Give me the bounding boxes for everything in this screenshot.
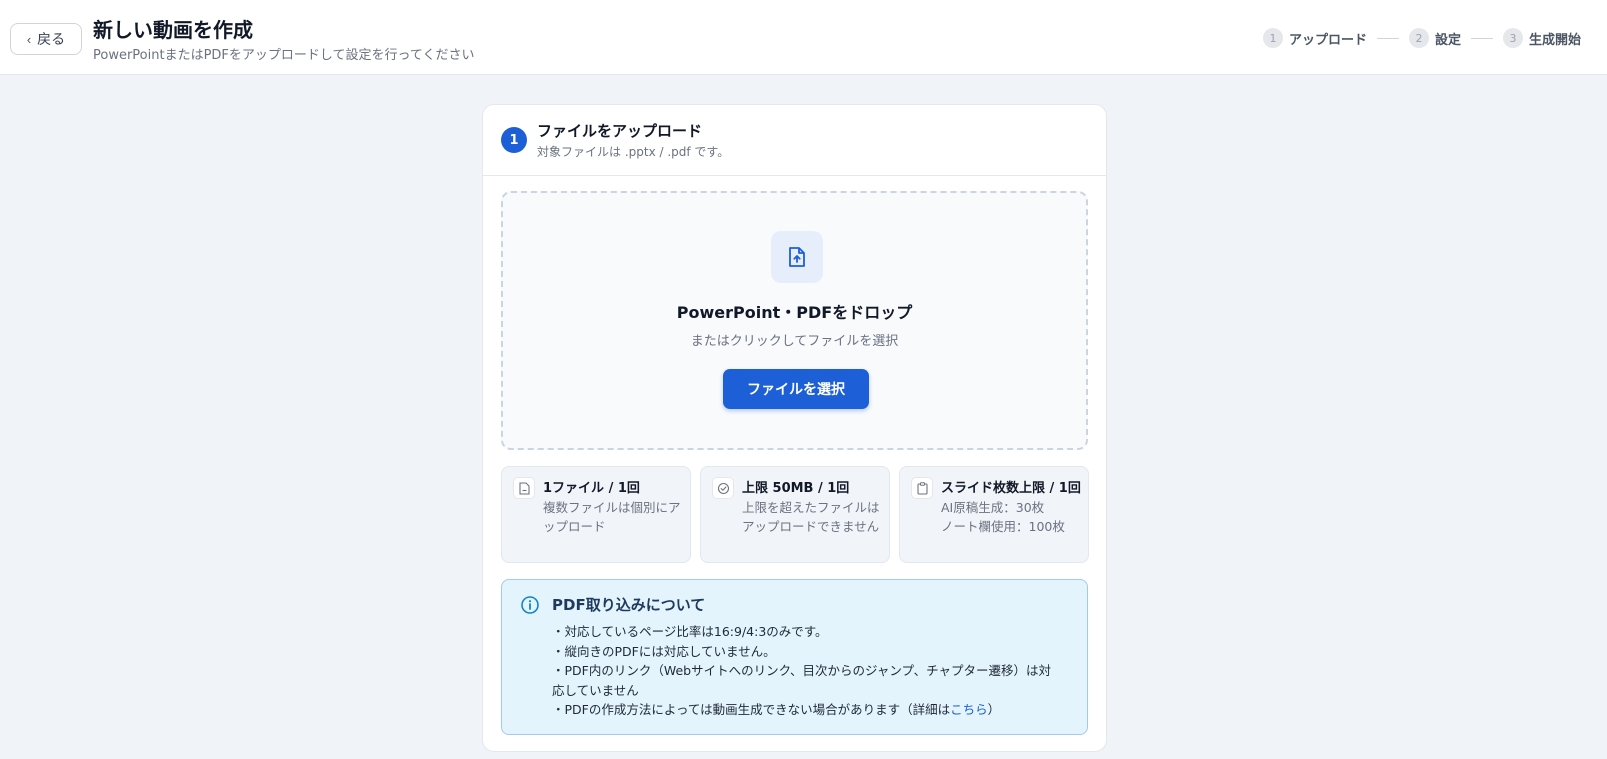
- limit-card-file-count: 1ファイル / 1回 複数ファイルは個別にアップロード: [501, 466, 691, 563]
- limit-title: 上限 50MB / 1回: [742, 481, 850, 496]
- file-upload-icon: [771, 231, 823, 283]
- step-label: 生成開始: [1528, 32, 1581, 48]
- limit-card-file-size: 上限 50MB / 1回 上限を超えたファイルはアップロードできません: [700, 466, 890, 563]
- dropzone-subtitle: またはクリックしてファイルを選択: [690, 334, 899, 349]
- file-dropzone[interactable]: PowerPoint・PDFをドロップ またはクリックしてファイルを選択 ファイ…: [501, 191, 1088, 450]
- notice-item: ・縦向きのPDFには対応していません。: [552, 643, 776, 659]
- dropzone-title: PowerPoint・PDFをドロップ: [676, 303, 913, 322]
- step-settings: 2 設定: [1408, 28, 1461, 48]
- step-number: 2: [1408, 28, 1429, 48]
- info-icon: [520, 595, 540, 619]
- card-step-badge: 1: [501, 127, 527, 153]
- clipboard-icon: [911, 477, 933, 499]
- check-circle-icon: [712, 477, 734, 499]
- step-connector: [1470, 37, 1493, 39]
- limit-description: AI原稿生成：30枚 ノート欄使用：100枚: [941, 498, 1081, 536]
- page-subtitle: PowerPointまたはPDFをアップロードして設定を行ってください: [93, 48, 475, 63]
- notice-item-text: ）: [987, 702, 1001, 717]
- limit-title: スライド枚数上限 / 1回: [941, 481, 1081, 496]
- limit-desc-line: AI原稿生成：30枚: [941, 500, 1045, 515]
- card-title: ファイルをアップロード: [537, 122, 703, 140]
- page-title: 新しい動画を作成: [93, 18, 253, 42]
- select-file-button[interactable]: ファイルを選択: [723, 369, 869, 409]
- step-upload: 1 アップロード: [1262, 28, 1367, 48]
- pdf-import-notice: PDF取り込みについて ・対応しているページ比率は16:9/4:3のみです。 ・…: [501, 579, 1088, 735]
- card-subtitle: 対象ファイルは .pptx / .pdf です。: [537, 145, 730, 159]
- step-number: 1: [1262, 28, 1283, 48]
- progress-stepper: 1 アップロード 2 設定 3 生成開始: [1262, 28, 1581, 48]
- notice-item-text: ・PDFの作成方法によっては動画生成できない場合があります（詳細は: [552, 702, 951, 717]
- notice-item: ・PDFの作成方法によっては動画生成できない場合があります（詳細はこちら）: [552, 700, 1062, 720]
- back-button[interactable]: ‹ 戻る: [10, 23, 82, 55]
- back-button-label: 戻る: [37, 31, 66, 47]
- step-number: 3: [1502, 28, 1523, 48]
- file-icon: [513, 477, 535, 499]
- limit-description: 上限を超えたファイルはアップロードできません: [742, 500, 880, 534]
- notice-item: ・PDF内のリンク（Webサイトへのリンク、目次からのジャンプ、チャプター遷移）…: [552, 663, 1051, 698]
- top-header: ‹ 戻る 新しい動画を作成 PowerPointまたはPDFをアップロードして設…: [0, 0, 1607, 75]
- upload-card: 1 ファイルをアップロード 対象ファイルは .pptx / .pdf です。 P…: [482, 104, 1107, 752]
- step-label: 設定: [1434, 32, 1461, 48]
- card-header: 1 ファイルをアップロード 対象ファイルは .pptx / .pdf です。: [483, 105, 1106, 176]
- step-generate: 3 生成開始: [1502, 28, 1581, 48]
- notice-item: ・対応しているページ比率は16:9/4:3のみです。: [552, 624, 828, 639]
- limit-title: 1ファイル / 1回: [543, 481, 640, 496]
- chevron-left-icon: ‹: [26, 31, 32, 47]
- notice-list: ・対応しているページ比率は16:9/4:3のみです。 ・縦向きのPDFには対応し…: [552, 622, 1062, 720]
- notice-title: PDF取り込みについて: [552, 596, 706, 614]
- limit-card-slide-count: スライド枚数上限 / 1回 AI原稿生成：30枚 ノート欄使用：100枚: [899, 466, 1089, 563]
- details-link[interactable]: こちら: [950, 702, 988, 717]
- limit-desc-line: ノート欄使用：100枚: [941, 519, 1065, 534]
- upload-limits: 1ファイル / 1回 複数ファイルは個別にアップロード 上限 50MB / 1回…: [501, 466, 1089, 563]
- step-connector: [1376, 37, 1399, 39]
- step-label: アップロード: [1288, 32, 1367, 48]
- limit-description: 複数ファイルは個別にアップロード: [543, 500, 681, 534]
